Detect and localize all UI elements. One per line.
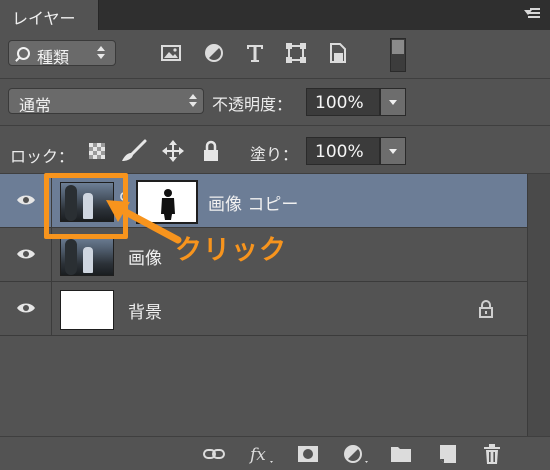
opacity-dropdown-button[interactable] xyxy=(380,88,406,116)
lock-transparent-pixels-icon[interactable] xyxy=(87,141,107,161)
tab-layers[interactable]: レイヤー xyxy=(0,0,99,30)
layer-row-background[interactable]: 背景 xyxy=(0,282,527,336)
layers-bottom-toolbar: fx xyxy=(0,436,550,470)
blend-mode-value: 通常 xyxy=(19,96,52,115)
divider xyxy=(0,78,550,79)
filter-toggle-switch[interactable] xyxy=(390,38,406,72)
lock-all-icon[interactable] xyxy=(202,140,220,162)
layers-panel: レイヤー 種類 通常 不透明度： 100% ロック： 塗り： 100% 画像 コ… xyxy=(0,0,550,470)
fill-label: 塗り： xyxy=(250,145,299,164)
layer-name[interactable]: 背景 xyxy=(128,298,162,323)
panel-tab-bar: レイヤー xyxy=(0,0,550,30)
new-layer-icon[interactable] xyxy=(436,443,460,465)
lock-position-move-icon[interactable] xyxy=(161,139,185,163)
filter-kind-select[interactable]: 種類 xyxy=(8,40,116,67)
eye-icon xyxy=(17,303,35,313)
search-icon xyxy=(17,47,30,60)
divider xyxy=(0,125,550,126)
smart-object-filter-icon[interactable] xyxy=(324,40,350,66)
link-layers-icon[interactable] xyxy=(202,443,226,465)
fill-field[interactable]: 100% xyxy=(306,137,380,165)
layer-name[interactable]: 画像 コピー xyxy=(208,190,298,215)
opacity-field[interactable]: 100% xyxy=(306,88,380,116)
visibility-toggle[interactable] xyxy=(0,282,52,336)
svg-text:fx: fx xyxy=(248,445,266,465)
tab-layers-label: レイヤー xyxy=(12,9,76,28)
lock-label: ロック： xyxy=(10,147,75,166)
updown-arrows-icon xyxy=(189,94,197,108)
updown-arrows-icon xyxy=(97,46,105,60)
eye-icon xyxy=(17,249,35,259)
add-mask-icon[interactable] xyxy=(296,443,320,465)
fx-icon[interactable]: fx xyxy=(248,443,278,465)
opacity-value: 100% xyxy=(315,93,364,113)
trash-icon[interactable] xyxy=(480,443,504,465)
click-callout-text: クリック xyxy=(175,235,287,266)
lock-image-pixels-brush-icon[interactable] xyxy=(118,138,148,164)
layer-thumbnail[interactable] xyxy=(60,290,114,330)
adjustment-layer-icon[interactable] xyxy=(342,443,372,465)
fill-dropdown-button[interactable] xyxy=(380,137,406,165)
blend-mode-select[interactable]: 通常 xyxy=(8,88,204,115)
adjustment-filter-icon[interactable] xyxy=(201,40,227,66)
panel-menu-icon[interactable] xyxy=(524,6,542,22)
fill-value: 100% xyxy=(315,142,364,162)
scrollbar[interactable] xyxy=(527,174,550,436)
opacity-label: 不透明度： xyxy=(212,95,293,114)
lock-icon xyxy=(479,300,493,318)
image-filter-icon[interactable] xyxy=(158,40,184,66)
shape-filter-icon[interactable] xyxy=(283,40,309,66)
group-folder-icon[interactable] xyxy=(389,443,413,465)
eye-icon xyxy=(17,195,35,205)
callout-arrow-icon xyxy=(106,200,182,244)
type-filter-icon[interactable] xyxy=(242,40,268,66)
filter-kind-label: 種類 xyxy=(37,48,70,67)
